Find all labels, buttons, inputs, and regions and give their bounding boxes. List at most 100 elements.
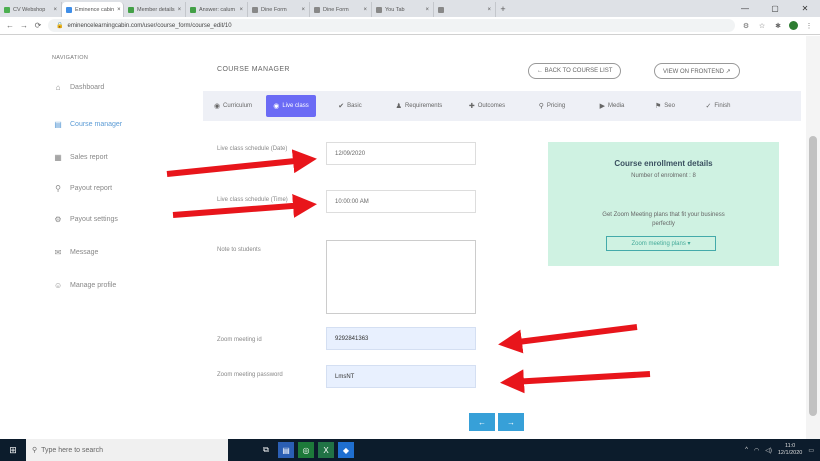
page-scrollbar[interactable]: [806, 36, 820, 439]
tray-chevron-icon[interactable]: ^: [745, 447, 748, 453]
scrollbar-thumb[interactable]: [809, 136, 817, 416]
sidebar-item-label: Manage profile: [70, 282, 117, 289]
file-explorer-icon[interactable]: ▤: [278, 442, 294, 458]
course-tabs: ◉ Curriculum ◉ Live class ✔ Basic ♟ Requirement…: [203, 91, 801, 121]
clock-date: 12/1/2020: [777, 450, 803, 456]
course-tab-icon: ♟: [395, 103, 402, 110]
close-window-button[interactable]: ✕: [790, 4, 820, 13]
sidebar-item[interactable]: ⚲ Payout report: [54, 184, 112, 193]
profile-avatar[interactable]: [789, 21, 798, 30]
course-tab-label: Outcomes: [477, 103, 506, 109]
live-class-time-input[interactable]: 10:00:00 AM: [326, 190, 476, 213]
course-tab[interactable]: ✔ Basic: [320, 91, 380, 121]
view-on-frontend-button[interactable]: VIEW ON FRONTEND ↗: [654, 63, 740, 79]
windows-start-icon[interactable]: ⊞: [0, 439, 26, 461]
sidebar-item-icon: ▦: [54, 153, 62, 162]
sidebar-item[interactable]: ▦ Sales report: [54, 153, 108, 162]
next-button[interactable]: →: [498, 413, 524, 431]
sidebar-item-label: Course manager: [70, 121, 123, 128]
note-label: Note to students: [217, 247, 261, 253]
course-tab-label: Media: [608, 103, 625, 109]
course-tab[interactable]: ⚲ Pricing: [523, 91, 581, 121]
course-tab-label: Basic: [347, 103, 362, 109]
browser-tab[interactable]: ×: [434, 2, 496, 17]
sidebar-item-icon: ⚲: [55, 184, 61, 193]
tab-close-icon[interactable]: ×: [53, 7, 57, 13]
tab-close-icon[interactable]: ×: [301, 7, 305, 13]
windows-taskbar: ⊞ ⚲ Type here to search ⧉ ▤ ◎ X ◆ ^ ◠ ◁)…: [0, 439, 820, 461]
window-controls: — ▢ ✕: [730, 0, 820, 17]
tab-favicon-icon: [190, 6, 196, 13]
course-tab[interactable]: ◉ Curriculum: [207, 91, 259, 121]
previous-button[interactable]: ←: [469, 413, 495, 431]
back-arrow-icon[interactable]: ←: [6, 21, 14, 30]
excel-icon[interactable]: X: [318, 442, 334, 458]
chrome-icon[interactable]: ◎: [298, 442, 314, 458]
web-page: NAVIGATION ⌂ Dashboard ▤ Course manager ▦ Sal…: [0, 36, 820, 439]
browser-tab[interactable]: Dine Form ×: [310, 2, 372, 17]
sidebar-item-label: Dashboard: [70, 84, 105, 91]
live-class-date-input[interactable]: 12/09/2020: [326, 142, 476, 165]
sidebar-item[interactable]: ☺ Manage profile: [54, 281, 116, 290]
new-tab-button[interactable]: +: [496, 4, 510, 14]
minimize-button[interactable]: —: [730, 4, 760, 13]
browser-tab[interactable]: Eminence cabin ×: [62, 2, 124, 17]
tab-close-icon[interactable]: ×: [239, 7, 243, 13]
tab-close-icon[interactable]: ×: [178, 7, 182, 13]
task-view-icon[interactable]: ⧉: [258, 442, 274, 458]
course-tab[interactable]: ✓ Finish: [692, 91, 744, 121]
tab-close-icon[interactable]: ×: [363, 7, 367, 13]
extension-icon[interactable]: ⚙: [741, 22, 751, 30]
browser-tab-label: Dine Form: [323, 6, 349, 13]
zoom-id-label: Zoom meeting id: [217, 337, 262, 343]
tab-favicon-icon: [314, 6, 320, 13]
sidebar-item-label: Message: [70, 249, 99, 256]
browser-tab[interactable]: Answer: calum ×: [186, 2, 248, 17]
sidebar-item[interactable]: ⌂ Dashboard: [54, 83, 105, 92]
puzzle-icon[interactable]: ✱: [773, 22, 783, 30]
tab-close-icon[interactable]: ×: [117, 7, 121, 13]
notification-icon[interactable]: ▭: [808, 447, 814, 454]
tab-favicon-icon: [252, 6, 258, 13]
sidebar: NAVIGATION ⌂ Dashboard ▤ Course manager ▦ Sal…: [42, 36, 192, 439]
sidebar-item[interactable]: ▤ Course manager: [54, 120, 122, 129]
forward-arrow-icon[interactable]: →: [20, 21, 28, 30]
store-icon[interactable]: ◆: [338, 442, 354, 458]
browser-tab[interactable]: Dine Form ×: [248, 2, 310, 17]
sidebar-item-label: Sales report: [70, 154, 108, 161]
course-tab[interactable]: ◉ Live class: [266, 95, 316, 117]
url-field[interactable]: 🔒 eminencelearningcabin.com/user/course_…: [48, 19, 735, 32]
browser-tab-bar: CV Webshop × Eminence cabin × Member details…: [0, 0, 820, 17]
course-tab[interactable]: ✚ Outcomes: [455, 91, 519, 121]
sidebar-item[interactable]: ✉ Message: [54, 248, 99, 257]
wifi-icon[interactable]: ◠: [754, 447, 759, 454]
back-to-course-list-button[interactable]: ← BACK TO COURSE LIST: [528, 63, 622, 79]
sidebar-item-icon: ▤: [54, 120, 62, 129]
menu-kebab-icon[interactable]: ⋮: [804, 22, 814, 30]
volume-icon[interactable]: ◁): [765, 447, 772, 454]
sidebar-item[interactable]: ⚙ Payout settings: [54, 215, 117, 224]
tab-close-icon[interactable]: ×: [425, 7, 429, 13]
course-tab-icon: ✔: [338, 103, 345, 110]
note-to-students-textarea[interactable]: [326, 240, 476, 314]
star-icon[interactable]: ☆: [757, 22, 767, 30]
taskbar-search[interactable]: ⚲ Type here to search: [26, 439, 228, 461]
browser-tabs: CV Webshop × Eminence cabin × Member details…: [0, 2, 496, 17]
tab-favicon-icon: [66, 6, 72, 13]
zoom-meeting-plans-button[interactable]: Zoom meeting plans ▾: [606, 236, 716, 251]
browser-tab[interactable]: You Tab ×: [372, 2, 434, 17]
tab-close-icon[interactable]: ×: [487, 7, 491, 13]
maximize-button[interactable]: ▢: [760, 4, 790, 13]
zoom-meeting-password-input[interactable]: LmsNT: [326, 365, 476, 388]
course-tab[interactable]: ▶ Media: [586, 91, 638, 121]
browser-tab[interactable]: CV Webshop ×: [0, 2, 62, 17]
tab-favicon-icon: [4, 6, 10, 13]
course-tab[interactable]: ♟ Requirements: [387, 91, 451, 121]
course-tab[interactable]: ⚑ Seo: [641, 91, 689, 121]
clock[interactable]: 11:0 12/1/2020: [778, 443, 802, 457]
reload-icon[interactable]: ⟳: [34, 21, 42, 30]
tab-favicon-icon: [128, 6, 134, 13]
sidebar-heading: NAVIGATION: [52, 55, 89, 61]
zoom-meeting-id-input[interactable]: 9292841363: [326, 327, 476, 350]
browser-tab[interactable]: Member details ×: [124, 2, 186, 17]
